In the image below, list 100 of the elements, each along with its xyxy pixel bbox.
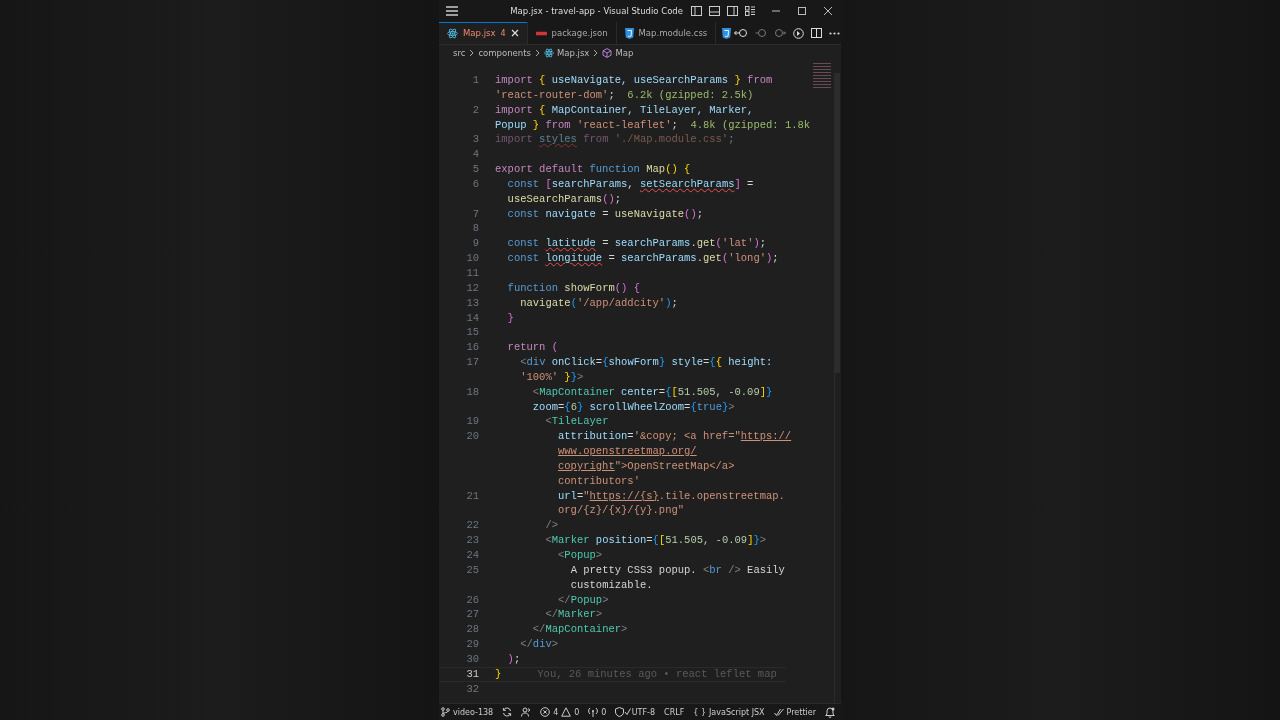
line-number: 26 — [465, 592, 479, 608]
status-item[interactable]: { } JavaScript JSX — [693, 707, 765, 717]
status-item[interactable] — [521, 707, 532, 717]
next-change-icon[interactable] — [774, 28, 787, 38]
code-line: </div> — [519, 637, 559, 652]
status-item[interactable]: Prettier — [773, 707, 816, 717]
line-number: 2 — [471, 102, 479, 118]
line-number: 23 — [465, 533, 479, 548]
status-item[interactable] — [825, 706, 835, 718]
line-number: 1 — [471, 73, 479, 88]
code-line: 'react-router-dom'; 6.2k (gzipped: 2.5k) — [495, 87, 754, 103]
window-title: Map.jsx - travel-app - Visual Studio Code — [509, 6, 684, 16]
sidebar-toggle-icon[interactable] — [691, 6, 702, 16]
code-line: <TileLayer — [544, 414, 609, 430]
line-number: 11 — [465, 265, 479, 281]
code-line: const latitude = searchParams.get('lat'); — [506, 236, 767, 252]
close-icon[interactable] — [823, 6, 833, 16]
panel-toggle-icon[interactable] — [709, 6, 720, 16]
code-line: copyright">OpenStreetMap</a> — [557, 458, 735, 474]
breadcrumb-item[interactable]: components — [478, 48, 531, 58]
status-item[interactable] — [615, 707, 632, 717]
line-number: 19 — [465, 414, 479, 430]
line-number: 28 — [465, 622, 479, 638]
timeline-icon[interactable] — [793, 27, 805, 39]
css-file-icon — [624, 27, 634, 39]
code-line: } — [495, 666, 502, 682]
line-number: 27 — [465, 607, 479, 623]
atom-icon — [543, 48, 554, 58]
line-number: 8 — [471, 221, 479, 237]
code-line: const longitude = searchParams.get('long'); — [506, 251, 779, 266]
status-item[interactable]: 4 0 — [540, 707, 580, 717]
code-line: www.openstreetmap.org/ — [557, 444, 697, 459]
line-number: 4 — [471, 147, 479, 163]
menu-icon[interactable] — [445, 6, 459, 16]
breadcrumb-item[interactable]: Map — [602, 48, 634, 58]
code-line: attribution='&copy; <a href="https:// — [557, 429, 792, 445]
breadcrumb-item[interactable]: src — [453, 48, 466, 58]
line-number: 16 — [465, 340, 479, 356]
line-number: 21 — [465, 488, 479, 504]
line-number: 13 — [465, 295, 479, 311]
editor-tab[interactable]: package.json — [527, 22, 617, 44]
line-number: 24 — [465, 548, 479, 563]
code-line: org/{z}/{x}/{y}.png" — [557, 503, 685, 519]
line-number: 5 — [471, 162, 479, 177]
code-line: </Popup> — [557, 592, 609, 608]
status-item[interactable]: 0 — [588, 707, 607, 717]
maximize-icon[interactable] — [797, 6, 807, 16]
editor-tab[interactable]: Map.module.css — [616, 22, 717, 44]
code-line: </MapContainer> — [531, 622, 628, 638]
branch-icon — [441, 707, 450, 717]
previous-change-icon[interactable] — [755, 28, 768, 38]
cube-icon — [602, 48, 613, 58]
status-item[interactable]: UTF-8 — [631, 707, 656, 717]
chevron-icon — [534, 49, 540, 57]
more-icon[interactable] — [829, 31, 841, 35]
problem-count: 4 — [500, 28, 506, 38]
code-line: useSearchParams(); — [506, 191, 622, 207]
line-number: 20 — [465, 429, 479, 445]
line-number: 9 — [471, 236, 479, 252]
code-line: customizable. — [569, 577, 653, 593]
line-number: 7 — [471, 206, 479, 222]
code-line: contributors' — [557, 473, 640, 489]
code-line: /> — [544, 518, 559, 534]
code-line: </Marker> — [544, 607, 603, 623]
code-line: '100%' }}> — [519, 369, 584, 385]
code-line: Popup } from 'react-leaflet'; 4.8k (gzipped: 1.8k — [495, 117, 811, 133]
line-number: 18 — [465, 384, 479, 400]
sync-icon — [502, 707, 513, 717]
status-item[interactable]: CRLF — [664, 707, 685, 717]
layout-icon[interactable] — [745, 6, 755, 16]
code-line: ); — [506, 651, 521, 667]
status-item[interactable]: video-138 — [441, 707, 494, 717]
line-number: 10 — [465, 251, 479, 266]
error-icon — [540, 707, 551, 717]
code-line: const [searchParams, setSearchParams] = — [506, 176, 754, 192]
chevron-icon — [469, 49, 475, 57]
code-line: <div onClick={showForm} style={{ height: — [519, 355, 773, 370]
split-editor-icon[interactable] — [811, 28, 823, 38]
code-line: return ( — [506, 340, 559, 356]
line-number: 29 — [465, 637, 479, 652]
chevron-icon — [593, 49, 599, 57]
code-line: import { MapContainer, TileLayer, Marker, — [495, 102, 754, 118]
close-tab-icon[interactable] — [510, 29, 519, 37]
line-number: 6 — [471, 176, 479, 192]
code-line: } — [506, 310, 514, 326]
breadcrumb-item[interactable]: Map.jsx — [543, 48, 590, 58]
line-number: 15 — [465, 325, 479, 341]
code-line: <Marker position={[51.505, -0.09]}> — [544, 533, 767, 548]
warning-icon — [561, 707, 572, 717]
code-line: <MapContainer center={[51.505, -0.09]} — [531, 384, 773, 400]
line-number: 14 — [465, 310, 479, 326]
css-file-icon — [722, 27, 732, 39]
code-line: export default function Map() { — [495, 162, 691, 177]
secondary-sidebar-icon[interactable] — [727, 6, 738, 16]
line-number: 25 — [465, 562, 479, 578]
editor-tab[interactable]: Map.jsx 4 — [439, 22, 528, 44]
status-item[interactable] — [502, 707, 513, 717]
code-line: zoom={6} scrollWheelZoom={true}> — [531, 399, 735, 415]
antenna-icon — [588, 707, 599, 717]
revert-icon[interactable] — [734, 28, 749, 38]
